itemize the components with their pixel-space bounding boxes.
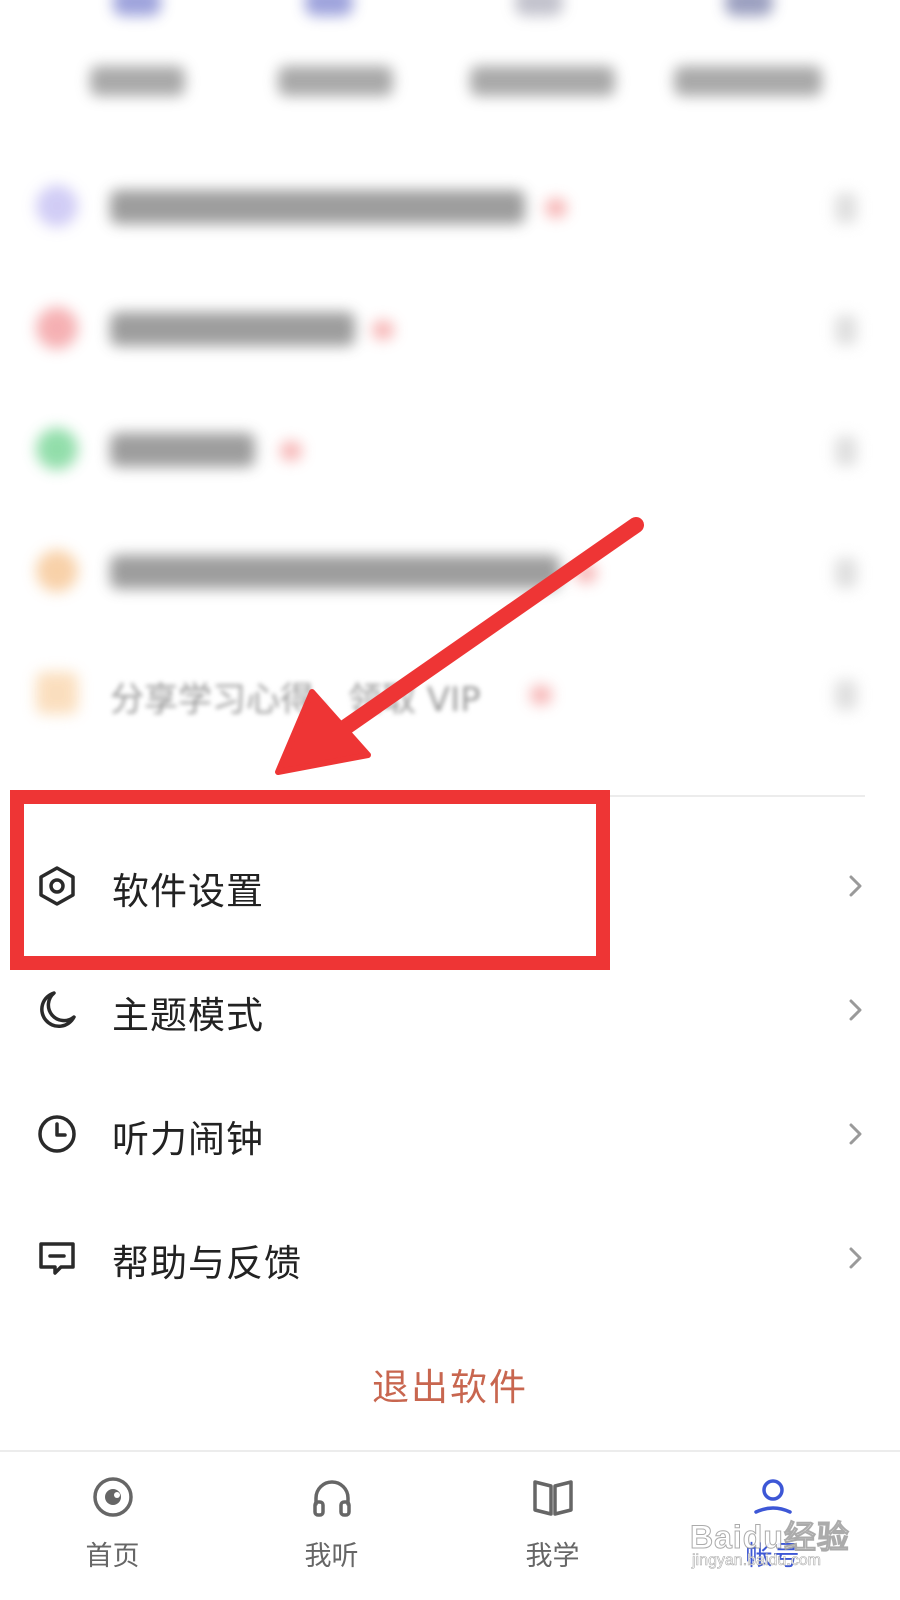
promo-item[interactable] (0, 287, 900, 377)
new-badge (372, 320, 394, 340)
logout-button[interactable]: 退出软件 (0, 1357, 900, 1411)
chevron-right-icon (835, 680, 857, 710)
nav-tab-study[interactable]: 我学 (440, 1452, 665, 1600)
chevron-right-icon (849, 875, 862, 897)
nav-tab-label: 我听 (304, 1541, 359, 1572)
quick-action-icon (305, 0, 353, 16)
quick-action-label (278, 66, 393, 96)
chevron-right-icon (835, 193, 857, 223)
clock-icon (38, 1115, 76, 1153)
chevron-right-icon (835, 315, 857, 345)
nav-tab-home[interactable]: 首页 (0, 1452, 225, 1600)
feedback-icon (39, 1242, 75, 1275)
chevron-right-icon (849, 999, 862, 1021)
watermark-url: jingyan.baidu.com (692, 1552, 822, 1570)
chevron-right-icon (835, 558, 857, 588)
menu-item-label: 听力闹钟 (112, 1118, 264, 1161)
chevron-right-icon (849, 1247, 862, 1269)
quick-action-label (470, 66, 615, 96)
promo-text (110, 433, 255, 467)
nav-tab-label: 我学 (525, 1541, 580, 1572)
quick-action[interactable] (58, 0, 218, 120)
home-icon (93, 1477, 133, 1517)
menu-item-listening-alarm[interactable]: 听力闹钟 (0, 1071, 900, 1195)
promo-icon (36, 428, 78, 470)
quick-action-label (90, 66, 185, 96)
promo-item[interactable] (0, 408, 900, 498)
book-icon (533, 1480, 573, 1516)
promo-item[interactable] (0, 530, 900, 620)
quick-action[interactable] (670, 0, 830, 120)
promo-icon (36, 550, 78, 592)
quick-action-icon (515, 0, 563, 16)
promo-item-share[interactable]: 分享学习心得，领取 VIP (0, 652, 900, 742)
menu-item-label: 帮助与反馈 (112, 1242, 302, 1285)
new-badge (575, 563, 597, 583)
menu-item-help-feedback[interactable]: 帮助与反馈 (0, 1195, 900, 1319)
new-badge (530, 685, 552, 705)
chevron-right-icon (835, 436, 857, 466)
promo-icon (36, 185, 78, 227)
new-badge (280, 441, 302, 461)
quick-action[interactable] (250, 0, 410, 120)
nav-tab-listen[interactable]: 我听 (219, 1452, 444, 1600)
promo-text (110, 190, 525, 224)
quick-action-label (674, 66, 822, 96)
quick-action-icon (113, 0, 161, 16)
annotation-highlight-box (10, 790, 610, 970)
baidu-watermark: Baidu经验 jingyan.baidu.com (690, 1512, 860, 1582)
promo-item[interactable] (0, 165, 900, 255)
promo-text (110, 312, 355, 346)
promo-icon (36, 307, 78, 349)
headphones-icon (313, 1480, 351, 1517)
quick-actions-row (0, 0, 900, 120)
moon-icon (40, 991, 76, 1028)
menu-item-label: 主题模式 (112, 994, 264, 1037)
blurred-top-section: 分享学习心得，领取 VIP (0, 0, 900, 780)
nav-tab-label: 首页 (85, 1541, 140, 1572)
promo-share-label: 分享学习心得，领取 VIP (110, 680, 481, 720)
quick-action-icon (725, 0, 773, 16)
edit-icon (36, 672, 78, 714)
promo-text (110, 555, 560, 589)
new-badge (545, 198, 567, 218)
chevron-right-icon (849, 1123, 862, 1145)
quick-action[interactable] (460, 0, 620, 120)
